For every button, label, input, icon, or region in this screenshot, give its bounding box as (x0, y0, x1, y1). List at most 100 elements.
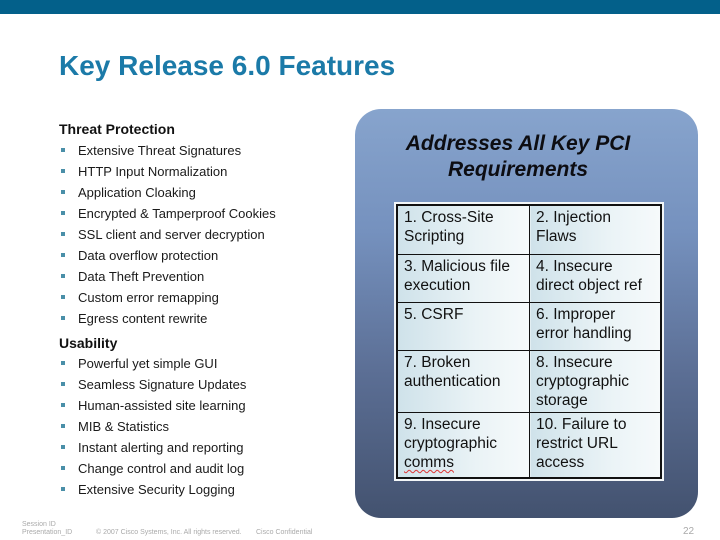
footer-confidential: Cisco Confidential (256, 529, 313, 536)
list-item-text: Change control and audit log (78, 461, 245, 476)
bullet-square-icon (61, 361, 65, 365)
cell-line: access (536, 454, 585, 471)
list-item: Powerful yet simple GUI (60, 353, 246, 374)
cell-line: cryptographic (536, 373, 630, 390)
table-cell: 7. Broken authentication (396, 350, 530, 413)
pci-title-line2: Requirements (447, 158, 589, 181)
list-item-text: Instant alerting and reporting (78, 440, 244, 455)
cell-line: 2. Injection (536, 209, 611, 226)
list-item: HTTP Input Normalization (60, 161, 276, 182)
threat-protection-list: Extensive Threat Signatures HTTP Input N… (60, 140, 276, 329)
usability-list: Powerful yet simple GUI Seamless Signatu… (60, 353, 246, 500)
list-item: Seamless Signature Updates (60, 374, 246, 395)
bullet-square-icon (61, 274, 65, 278)
table-row: 9. Insecure cryptographic comms 10. Failur… (396, 412, 662, 479)
cell-line: direct object ref (536, 277, 642, 294)
list-item-text: HTTP Input Normalization (78, 164, 228, 179)
table-row: 3. Malicious file execution 4. Insecure di… (396, 254, 662, 303)
list-item-text: Human-assisted site learning (78, 398, 246, 413)
pci-requirements-table: 1. Cross-Site Scripting 2. Injection Flaws… (394, 202, 664, 481)
threat-protection-heading: Threat Protection (59, 121, 175, 137)
list-item: Egress content rewrite (60, 308, 276, 329)
footer-session-id: Session ID (22, 521, 56, 528)
top-accent-bar (0, 0, 720, 14)
cell-line: restrict URL (536, 435, 618, 452)
table-row: 1. Cross-Site Scripting 2. Injection Flaws (396, 204, 662, 255)
list-item: MIB & Statistics (60, 416, 246, 437)
list-item: Extensive Threat Signatures (60, 140, 276, 161)
cell-line: 3. Malicious file (404, 258, 510, 275)
cell-line: 7. Broken (404, 354, 471, 371)
list-item-text: Data Theft Prevention (78, 269, 205, 284)
footer-session-info: Session ID Presentation_ID (22, 521, 72, 537)
list-item-text: Powerful yet simple GUI (78, 356, 218, 371)
cell-line-misspelled: comms (404, 454, 454, 471)
bullet-square-icon (61, 466, 65, 470)
bullet-square-icon (61, 445, 65, 449)
list-item: Change control and audit log (60, 458, 246, 479)
list-item-text: Egress content rewrite (78, 311, 208, 326)
list-item-text: Data overflow protection (78, 248, 219, 263)
bullet-square-icon (61, 253, 65, 257)
cell-line: 9. Insecure (404, 416, 481, 433)
bullet-square-icon (61, 232, 65, 236)
cell-line: Flaws (536, 228, 577, 245)
pci-requirements-panel: Addresses All Key PCI Requirements 1. Cr… (355, 109, 698, 518)
list-item: Application Cloaking (60, 182, 276, 203)
cell-line: 1. Cross-Site (404, 209, 494, 226)
pci-title-line1: Addresses All Key PCI (405, 132, 631, 155)
slide-title: Key Release 6.0 Features (59, 50, 396, 81)
list-item: Extensive Security Logging (60, 479, 246, 500)
table-cell: 5. CSRF (396, 302, 530, 351)
list-item-text: MIB & Statistics (78, 419, 170, 434)
bullet-square-icon (61, 487, 65, 491)
table-cell: 3. Malicious file execution (396, 254, 530, 303)
list-item: Data Theft Prevention (60, 266, 276, 287)
table-cell: 6. Improper error handling (529, 302, 662, 351)
list-item-text: Extensive Security Logging (78, 482, 235, 497)
table-cell: 1. Cross-Site Scripting (396, 204, 530, 255)
list-item-text: Extensive Threat Signatures (78, 143, 242, 158)
cell-line: Scripting (404, 228, 465, 245)
bullet-square-icon (61, 211, 65, 215)
table-row: 7. Broken authentication 8. Insecure crypt… (396, 350, 662, 413)
bullet-square-icon (61, 424, 65, 428)
cell-line: authentication (404, 373, 501, 390)
usability-heading: Usability (59, 335, 118, 351)
footer-copyright: © 2007 Cisco Systems, Inc. All rights re… (96, 529, 242, 536)
list-item-text: Application Cloaking (78, 185, 196, 200)
cell-line: 5. CSRF (404, 306, 464, 323)
pci-panel-title: Addresses All Key PCI Requirements (355, 131, 681, 183)
list-item: Data overflow protection (60, 245, 276, 266)
footer-presentation-id: Presentation_ID (22, 529, 73, 536)
cell-line: cryptographic (404, 435, 498, 452)
bullet-square-icon (61, 403, 65, 407)
list-item-text: Custom error remapping (78, 290, 219, 305)
table-cell: 10. Failure to restrict URL access (529, 412, 662, 479)
table-cell: 8. Insecure cryptographic storage (529, 350, 662, 413)
cell-line: 6. Improper (536, 306, 616, 323)
table-cell: 4. Insecure direct object ref (529, 254, 662, 303)
list-item: Instant alerting and reporting (60, 437, 246, 458)
bullet-square-icon (61, 169, 65, 173)
table-row: 5. CSRF 6. Improper error handling (396, 302, 662, 351)
bullet-square-icon (61, 190, 65, 194)
page-number: 22 (683, 526, 695, 537)
list-item-text: Seamless Signature Updates (78, 377, 247, 392)
list-item: Custom error remapping (60, 287, 276, 308)
table-cell: 2. Injection Flaws (529, 204, 662, 255)
list-item: Encrypted & Tamperproof Cookies (60, 203, 276, 224)
list-item-text: SSL client and server decryption (78, 227, 265, 242)
cell-line: execution (404, 277, 471, 294)
bullet-square-icon (61, 295, 65, 299)
cell-line: 8. Insecure (536, 354, 613, 371)
list-item: Human-assisted site learning (60, 395, 246, 416)
list-item-text: Encrypted & Tamperproof Cookies (78, 206, 276, 221)
cell-line: storage (536, 392, 588, 409)
cell-line: 10. Failure to (536, 416, 627, 433)
bullet-square-icon (61, 316, 65, 320)
bullet-square-icon (61, 148, 65, 152)
bullet-square-icon (61, 382, 65, 386)
cell-line: error handling (536, 325, 632, 342)
table-cell: 9. Insecure cryptographic comms (396, 412, 530, 479)
